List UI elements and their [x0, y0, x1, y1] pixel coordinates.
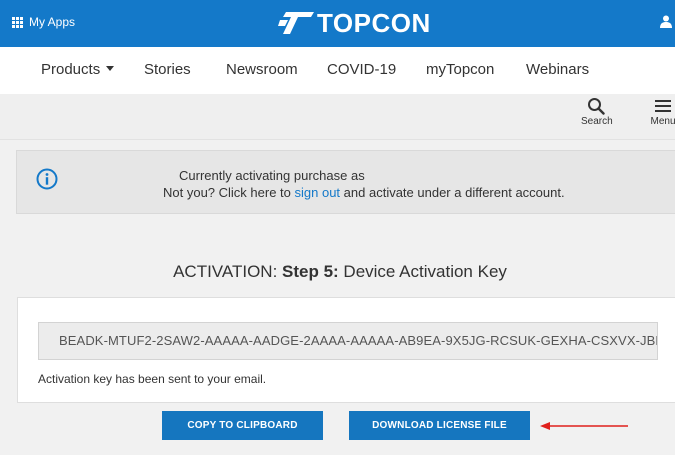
topcon-logo-mark-icon: [278, 12, 314, 34]
top-bar: My Apps TOPCON: [0, 0, 675, 47]
notice-line-2-prefix: Not you? Click here to: [163, 185, 295, 200]
activation-key-field[interactable]: BEADK-MTUF2-2SAW2-AAAAA-AADGE-2AAAA-AAAA…: [38, 322, 658, 360]
user-icon[interactable]: [660, 15, 672, 28]
account-notice: Currently activating purchase as Not you…: [16, 150, 675, 214]
key-sent-note: Activation key has been sent to your ema…: [38, 372, 267, 386]
search-icon: [588, 98, 605, 115]
search-button[interactable]: Search: [581, 97, 613, 127]
main-nav: Products Stories Newsroom COVID-19 myTop…: [0, 47, 675, 94]
nav-products-label: Products: [41, 61, 101, 78]
info-icon: [36, 168, 58, 190]
heading-step: Step 5:: [282, 262, 339, 281]
logo-text: TOPCON: [317, 8, 431, 38]
topcon-logo[interactable]: TOPCON: [278, 10, 431, 36]
hamburger-menu-icon: [655, 100, 671, 112]
copy-to-clipboard-button[interactable]: COPY TO CLIPBOARD: [162, 411, 323, 440]
chevron-down-icon: [106, 66, 115, 71]
activation-key-value: BEADK-MTUF2-2SAW2-AAAAA-AADGE-2AAAA-AAAA…: [59, 333, 658, 348]
nav-mytopcon[interactable]: myTopcon: [426, 61, 494, 79]
nav-covid-19[interactable]: COVID-19: [327, 61, 396, 79]
my-apps-label: My Apps: [29, 15, 76, 29]
notice-line-2: Not you? Click here to sign out and acti…: [163, 185, 565, 200]
nav-products[interactable]: Products: [41, 61, 115, 79]
apps-grid-icon: [12, 16, 23, 28]
nav-newsroom[interactable]: Newsroom: [226, 61, 298, 79]
my-apps-button[interactable]: My Apps: [12, 15, 75, 29]
notice-line-1: Currently activating purchase as: [179, 168, 365, 183]
heading-suffix: Device Activation Key: [338, 262, 507, 281]
menu-label: Menu: [650, 116, 675, 127]
activation-key-panel: BEADK-MTUF2-2SAW2-AAAAA-AADGE-2AAAA-AAAA…: [17, 297, 675, 403]
menu-button[interactable]: Menu: [647, 97, 675, 127]
annotation-arrow-icon: [540, 422, 628, 430]
search-label: Search: [581, 116, 613, 127]
activation-heading: ACTIVATION: Step 5: Device Activation Ke…: [0, 262, 675, 282]
notice-line-2-suffix: and activate under a different account.: [340, 185, 565, 200]
nav-webinars[interactable]: Webinars: [526, 61, 589, 79]
utility-toolbar: Search Menu: [0, 94, 675, 140]
sign-out-link[interactable]: sign out: [295, 185, 341, 200]
nav-stories[interactable]: Stories: [144, 61, 191, 79]
heading-prefix: ACTIVATION:: [173, 262, 283, 281]
download-license-file-button[interactable]: DOWNLOAD LICENSE FILE: [349, 411, 530, 440]
